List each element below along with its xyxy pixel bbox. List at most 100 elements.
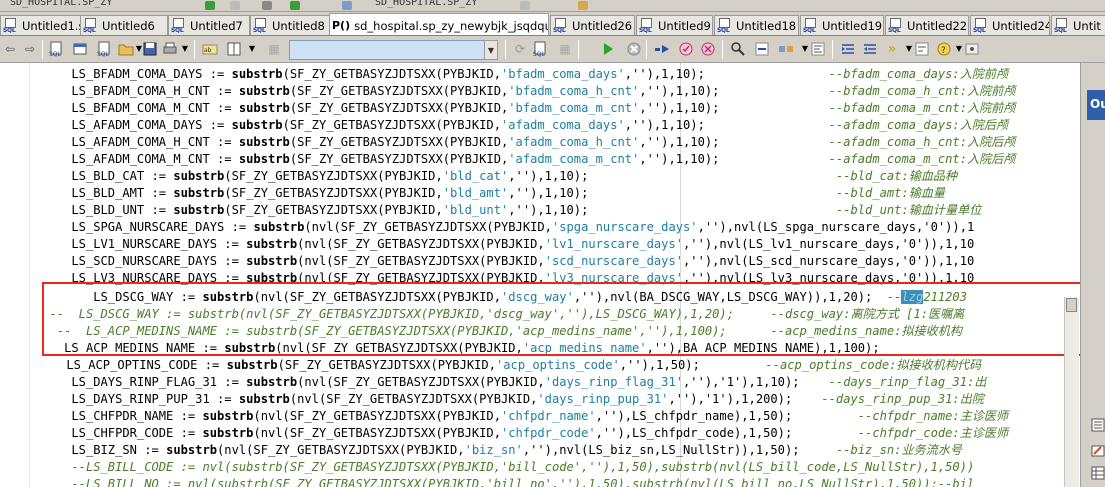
find-icon[interactable] [730, 41, 746, 57]
sql-file-icon: SQL [3, 18, 19, 34]
string-token: 'bld_cat' [442, 169, 509, 183]
side-edit-icon[interactable] [1091, 444, 1105, 458]
code-token: ,''),LS_chfpdr_name),1,50); [595, 409, 858, 423]
tab-sql[interactable]: SQL Untitled7 [168, 15, 250, 35]
code-token: ,''),nvl(LS_biz_sn,LS_NullStr)),1,50); [522, 443, 836, 457]
split-view-icon[interactable] [226, 41, 242, 57]
tab-sql[interactable]: SQL Untitled6 [80, 15, 168, 35]
code-token: LS_CHFPDR_NAME := [35, 409, 203, 423]
sql-file-icon: SQL [171, 18, 187, 34]
comment-token: --chfpdr_name:主诊医师 [857, 409, 1009, 423]
code-token: LS_BLD_CAT := [35, 169, 174, 183]
output-panel-header[interactable]: Ou [1087, 90, 1105, 120]
forward-arrow-icon[interactable]: ⇨ [22, 41, 38, 57]
new-window-icon[interactable] [72, 41, 88, 57]
top-strip-mid-text: SD_HOSPITAL.SP_ZY [375, 0, 478, 8]
tab-sql[interactable]: SQL Untitled18 [714, 15, 799, 35]
stop-icon[interactable] [230, 1, 240, 10]
tab-label: Untitled26 [572, 19, 633, 33]
tab-sql[interactable]: SQL Untitled22 [885, 15, 969, 35]
editor-vertical-scrollbar[interactable] [1064, 297, 1079, 487]
scrollbar-thumb[interactable] [1066, 298, 1077, 312]
refresh-icon[interactable]: ⟳ [512, 41, 528, 57]
side-panel-icon[interactable] [1091, 418, 1105, 432]
code-token: ,''),BA_ACP_MEDINS_NAME),1,100); [646, 341, 880, 355]
sql-window-icon[interactable]: SQL [96, 41, 112, 57]
code-token: LS_AFADM_COMA_M_CNT := [35, 152, 239, 166]
commit-icon[interactable] [678, 41, 694, 57]
code-token: (nvl(SF_ZY_GETBASYZJDTSXX(PYBJKID, [297, 271, 545, 285]
tab-sql[interactable]: SQL Untitled26 [550, 15, 635, 35]
code-token: (nvl(SF_ZY_GETBASYZJDTSXX(PYBJKID, [297, 254, 545, 268]
pause-icon[interactable] [262, 1, 272, 10]
arrows-icon[interactable]: » [884, 41, 900, 57]
settings-icon[interactable] [964, 41, 980, 57]
keyword-token: substrb [202, 290, 254, 304]
code-token: (SF_ZY_GETBASYZJDTSXX(PYBJKID, [289, 135, 509, 149]
sql-editor[interactable]: LS_BFADM_COMA_DAYS := substrb(SF_ZY_GETB… [0, 63, 1080, 487]
code-token: ,''),nvl(LS_lv1_nurscare_days,'0')),1,10 [683, 237, 975, 251]
tab-sql[interactable]: SQL Untitled8 [250, 15, 330, 35]
break-icon[interactable] [626, 41, 642, 57]
code-line: LS_DAYS_RINP_FLAG_31 := substrb(nvl(SF_Z… [35, 374, 986, 391]
save-icon[interactable] [142, 41, 158, 57]
string-token: 'afadm_coma_m_cnt' [508, 152, 640, 166]
step-icon[interactable] [654, 41, 670, 57]
split-dropdown-icon[interactable]: ▼ [244, 41, 260, 57]
code-token: (SF_ZY_GETBASYZJDTSXX(PYBJKID, [289, 101, 509, 115]
help-icon[interactable]: ? [936, 41, 952, 57]
tab-label: Untitled24 [992, 19, 1050, 33]
code-line: LS_BLD_AMT := substrb(SF_ZY_GETBASYZJDTS… [35, 185, 945, 202]
tab-procedure[interactable]: P() sd_hospital.sp_zy_newybjk_jsqdquery [329, 13, 549, 35]
comment-token: --LS_BILL_CODE := nvl(substrb(SF_ZY_GETB… [35, 460, 975, 474]
compare-icon[interactable] [810, 41, 826, 57]
tab-sql[interactable]: SQLUntitled1.sql [0, 15, 87, 35]
string-token: 'acp_medins_name' [522, 341, 647, 355]
side-grid-icon[interactable] [1091, 466, 1105, 480]
object-browser-icon[interactable]: ▦ [266, 41, 282, 57]
indent-icon[interactable] [840, 41, 856, 57]
folder-icon[interactable] [578, 1, 588, 10]
keyword-token: substrb [238, 135, 290, 149]
tab-sql[interactable]: SQL Untitled9 [636, 15, 713, 35]
tab-sql[interactable]: SQL Untit [1051, 15, 1105, 35]
describe-icon[interactable]: ▦ [557, 41, 573, 57]
code-token: ,''),LS_chfpdr_code),1,50); [595, 426, 858, 440]
string-token: 'days_rinp_flag_31' [544, 375, 684, 389]
print-dropdown-icon[interactable]: ▼ [177, 41, 193, 57]
window-icon[interactable] [342, 1, 352, 10]
tab-sql[interactable]: SQL Untitled19 [800, 15, 884, 35]
code-line: LS_CHFPDR_CODE := substrb(nvl(SF_ZY_GETB… [35, 425, 1008, 442]
find-next-icon[interactable] [754, 41, 770, 57]
combo-dropdown-icon[interactable]: ▼ [484, 40, 498, 60]
keyword-token: substrb [226, 358, 278, 372]
code-token: ,''),nvl(LS_lv3_nurscare_days,'0')),1,10 [683, 271, 975, 285]
comment-token: --bld_amt:输血量 [835, 186, 946, 200]
code-token: ,''),1,10); [508, 186, 836, 200]
beautify-icon[interactable] [914, 41, 930, 57]
tab-sql[interactable]: SQL Untitled24 [970, 15, 1050, 35]
run-icon[interactable] [290, 1, 300, 10]
new-sql-icon[interactable]: SQL [48, 41, 64, 57]
print-icon[interactable] [162, 41, 178, 57]
back-arrow-icon[interactable]: ⇦ [2, 41, 18, 57]
toggle-icon[interactable]: ab [202, 41, 218, 57]
sql-file-icon: SQL [553, 18, 569, 34]
execute-icon[interactable] [600, 41, 616, 57]
code-line: LS_SPGA_NURSCARE_DAYS := substrb(nvl(SF_… [35, 219, 974, 236]
selected-text: lzg [901, 290, 924, 304]
dropdown-icon[interactable] [520, 1, 530, 10]
keyword-token: substrb [202, 409, 254, 423]
comment-token: -- LS_ACP_MEDINS_NAME := substrb(SF_ZY_G… [35, 324, 962, 338]
replace-icon[interactable] [778, 41, 794, 57]
string-token: 'lv1_nurscare_days' [544, 237, 684, 251]
tab-label: Untitled1.sql [22, 19, 86, 33]
sql-run-icon[interactable]: SQL [532, 41, 548, 57]
code-token: LS_BIZ_SN := [35, 443, 167, 457]
green-arrow-icon[interactable] [205, 1, 215, 10]
sql-file-icon: SQL [803, 18, 819, 34]
object-selector-combo[interactable] [289, 40, 491, 60]
rollback-icon[interactable] [700, 41, 716, 57]
unindent-icon[interactable] [862, 41, 878, 57]
string-token: 'bfadm_coma_h_cnt' [508, 84, 640, 98]
